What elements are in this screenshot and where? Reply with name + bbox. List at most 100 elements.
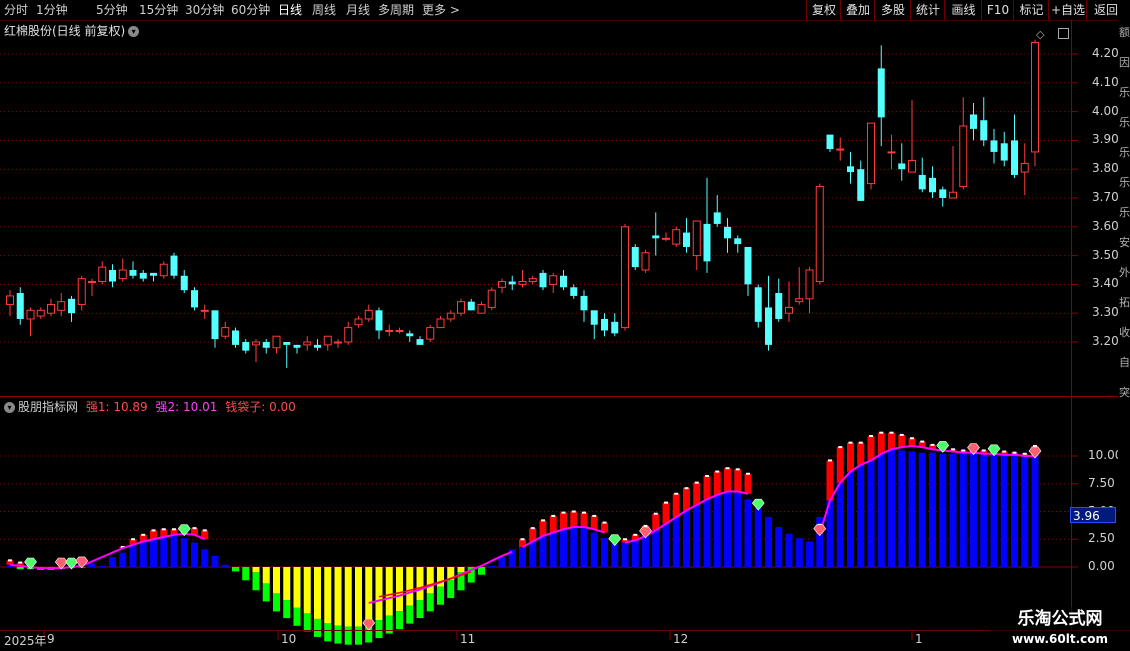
candle-body <box>6 295 14 306</box>
candle-body <box>406 333 414 337</box>
indicator-bar <box>795 538 803 567</box>
indicator-bar <box>303 567 311 614</box>
indicator-bar <box>754 508 762 567</box>
candle-body <box>36 309 45 317</box>
indicator-bar <box>970 452 977 567</box>
strength-cap <box>633 533 638 536</box>
candle-body <box>775 293 783 319</box>
chart-canvas[interactable] <box>0 0 1130 650</box>
indicator-bar <box>693 501 701 567</box>
candle-body <box>68 298 75 314</box>
strength-cap <box>1012 451 1017 454</box>
candle-body <box>508 281 516 285</box>
indicator-bar <box>160 535 168 567</box>
indicator-bar <box>898 450 906 567</box>
price-tick-label: 3.60 <box>1092 218 1119 233</box>
strength-cap <box>879 431 884 434</box>
strength-bar <box>713 471 721 495</box>
indicator-bar <box>590 532 598 567</box>
strength-cap <box>571 510 576 513</box>
indicator-bar <box>6 565 14 567</box>
candle-body <box>57 301 66 311</box>
candle-body <box>692 220 701 257</box>
candle-body <box>826 134 834 150</box>
strength-bar <box>539 520 547 536</box>
candle-body <box>877 68 885 118</box>
indicator-bar <box>232 567 239 572</box>
indicator-bar <box>888 449 895 567</box>
price-tick-label: 3.50 <box>1092 247 1119 262</box>
candle-body <box>221 327 230 337</box>
indicator-bar <box>744 499 752 567</box>
green-gem-icon <box>751 498 765 511</box>
candle-body <box>426 327 435 340</box>
strength-cap <box>684 487 689 490</box>
candle-body <box>815 185 824 283</box>
indicator-bar <box>426 593 434 612</box>
indicator-bar <box>273 567 280 594</box>
green-gem-icon <box>608 534 622 547</box>
indicator-bar <box>396 611 403 630</box>
strength-bar <box>744 473 752 494</box>
strength-cap <box>848 441 853 444</box>
candle-body <box>672 229 681 245</box>
indicator-bar <box>867 449 875 567</box>
candle-body <box>1031 41 1039 153</box>
indicator-bar <box>857 451 865 567</box>
candle-body <box>232 330 239 345</box>
candle-body <box>293 344 301 348</box>
indicator-bar <box>139 541 147 567</box>
candle-body <box>211 310 219 340</box>
candle-body <box>375 310 383 331</box>
strength-cap <box>899 433 904 436</box>
strength-cap <box>838 446 843 449</box>
indicator-bar <box>990 452 998 567</box>
candle-body <box>560 275 567 288</box>
candle-body <box>457 301 465 314</box>
indicator-bar <box>242 567 250 581</box>
indicator-bar <box>478 567 485 575</box>
indicator-bar <box>221 564 229 567</box>
indicator-bar <box>180 538 188 567</box>
candle-body <box>734 238 742 245</box>
strength-bar <box>703 475 711 500</box>
indicator-bar <box>447 580 455 599</box>
candle-body <box>170 255 178 276</box>
candle-body <box>252 341 260 346</box>
price-tick-label: 3.40 <box>1092 276 1119 291</box>
candle-body <box>898 163 906 170</box>
strength-cap <box>715 470 720 473</box>
strength-bar <box>867 436 875 461</box>
strength-bar <box>580 512 588 528</box>
candle-body <box>283 342 291 345</box>
side-strip-char: 乐 <box>1119 146 1130 159</box>
candle-body <box>129 270 137 276</box>
indicator-bar <box>642 535 649 567</box>
candle-body <box>498 281 506 288</box>
candle-body <box>314 344 321 348</box>
candle-body <box>590 310 598 325</box>
indicator-bar <box>252 567 260 573</box>
candle-body <box>446 312 455 320</box>
strength-cap <box>192 527 197 530</box>
strength-cap <box>131 538 135 541</box>
date-axis-label: 10 <box>281 632 297 646</box>
candle-body <box>641 252 650 271</box>
indicator-bar <box>119 552 127 567</box>
indicator-bar <box>324 567 332 624</box>
strength-cap <box>141 533 146 536</box>
candle-body <box>272 335 281 349</box>
price-tick-label: 3.80 <box>1092 161 1119 176</box>
candle-body <box>990 140 998 152</box>
candle-body <box>109 270 116 282</box>
strength-bar <box>570 511 578 528</box>
indicator-bar <box>570 523 578 567</box>
indicator-bar <box>375 567 383 621</box>
candle-body <box>477 304 486 314</box>
candle-body <box>887 151 896 154</box>
indicator-bar <box>416 600 424 619</box>
candle-body <box>724 226 731 239</box>
price-grid <box>0 53 1071 343</box>
candle-body <box>836 148 845 151</box>
indicator-bar <box>806 541 813 567</box>
